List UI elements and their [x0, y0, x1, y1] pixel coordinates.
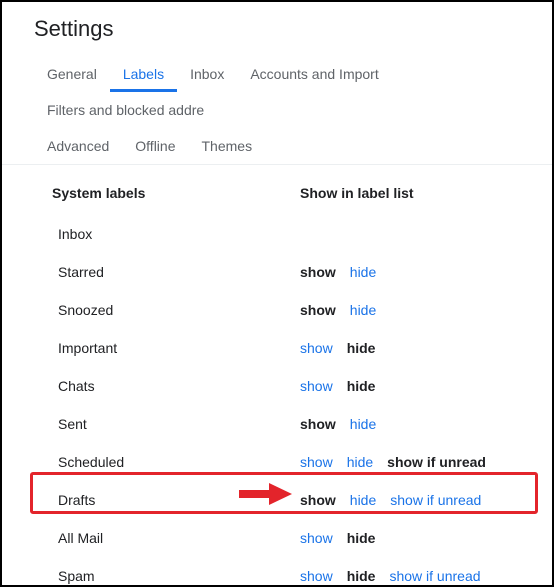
label-actions: show hide [300, 302, 376, 318]
label-name: All Mail [58, 530, 300, 546]
label-name: Sent [58, 416, 300, 432]
action-show: show [300, 416, 336, 432]
action-show: show [300, 302, 336, 318]
tab-accounts-and-import[interactable]: Accounts and Import [237, 56, 391, 92]
label-actions: show hide [300, 264, 376, 280]
tab-inbox[interactable]: Inbox [177, 56, 237, 92]
action-show-if-unread: show if unread [387, 454, 486, 470]
label-row-sent: Sentshow hide [42, 405, 552, 443]
label-row-spam: Spamshow hide show if unread [42, 557, 552, 587]
label-name: Inbox [58, 226, 300, 242]
action-hide[interactable]: hide [350, 302, 376, 318]
action-show[interactable]: show [300, 568, 333, 584]
label-row-drafts: Draftsshow hide show if unread [42, 481, 552, 519]
tab-labels[interactable]: Labels [110, 56, 177, 92]
label-name: Spam [58, 568, 300, 584]
action-hide: hide [347, 378, 376, 394]
action-show[interactable]: show [300, 454, 333, 470]
action-show: show [300, 492, 336, 508]
label-name: Important [58, 340, 300, 356]
action-show: show [300, 264, 336, 280]
tab-themes[interactable]: Themes [189, 128, 266, 164]
tabs-bar: GeneralLabelsInboxAccounts and Import Fil… [2, 56, 552, 165]
label-actions: show hide [300, 378, 375, 394]
action-show-if-unread[interactable]: show if unread [390, 492, 481, 508]
page-title: Settings [2, 2, 552, 56]
action-hide: hide [347, 530, 376, 546]
label-actions: show hide show if unread [300, 492, 481, 508]
action-show[interactable]: show [300, 530, 333, 546]
action-show[interactable]: show [300, 378, 333, 394]
action-hide[interactable]: hide [350, 492, 376, 508]
tab-offline[interactable]: Offline [122, 128, 188, 164]
label-row-inbox: Inbox [42, 215, 552, 253]
label-row-chats: Chatsshow hide [42, 367, 552, 405]
column-header-show-in-list: Show in label list [300, 185, 552, 201]
label-name: Snoozed [58, 302, 300, 318]
label-name: Drafts [58, 492, 300, 508]
label-actions: show hide show if unread [300, 568, 481, 584]
labels-table: System labels Show in label list Inbox St… [2, 165, 552, 587]
label-name: Scheduled [58, 454, 300, 470]
tab-general[interactable]: General [34, 56, 110, 92]
label-row-important: Importantshow hide [42, 329, 552, 367]
action-hide[interactable]: hide [350, 416, 376, 432]
label-row-starred: Starredshow hide [42, 253, 552, 291]
label-row-scheduled: Scheduledshow hide show if unread [42, 443, 552, 481]
column-header-system-labels: System labels [52, 185, 300, 201]
label-actions: show hide [300, 340, 375, 356]
action-hide[interactable]: hide [350, 264, 376, 280]
tab-advanced[interactable]: Advanced [34, 128, 122, 164]
label-name: Starred [58, 264, 300, 280]
action-show-if-unread[interactable]: show if unread [389, 568, 480, 584]
label-name: Chats [58, 378, 300, 394]
label-actions: show hide show if unread [300, 454, 486, 470]
label-row-snoozed: Snoozedshow hide [42, 291, 552, 329]
label-row-all-mail: All Mailshow hide [42, 519, 552, 557]
action-hide[interactable]: hide [347, 454, 373, 470]
action-hide: hide [347, 568, 376, 584]
label-actions: show hide [300, 530, 375, 546]
label-actions: show hide [300, 416, 376, 432]
action-hide: hide [347, 340, 376, 356]
tab-filters-and-blocked-addre[interactable]: Filters and blocked addre [34, 92, 217, 128]
action-show[interactable]: show [300, 340, 333, 356]
